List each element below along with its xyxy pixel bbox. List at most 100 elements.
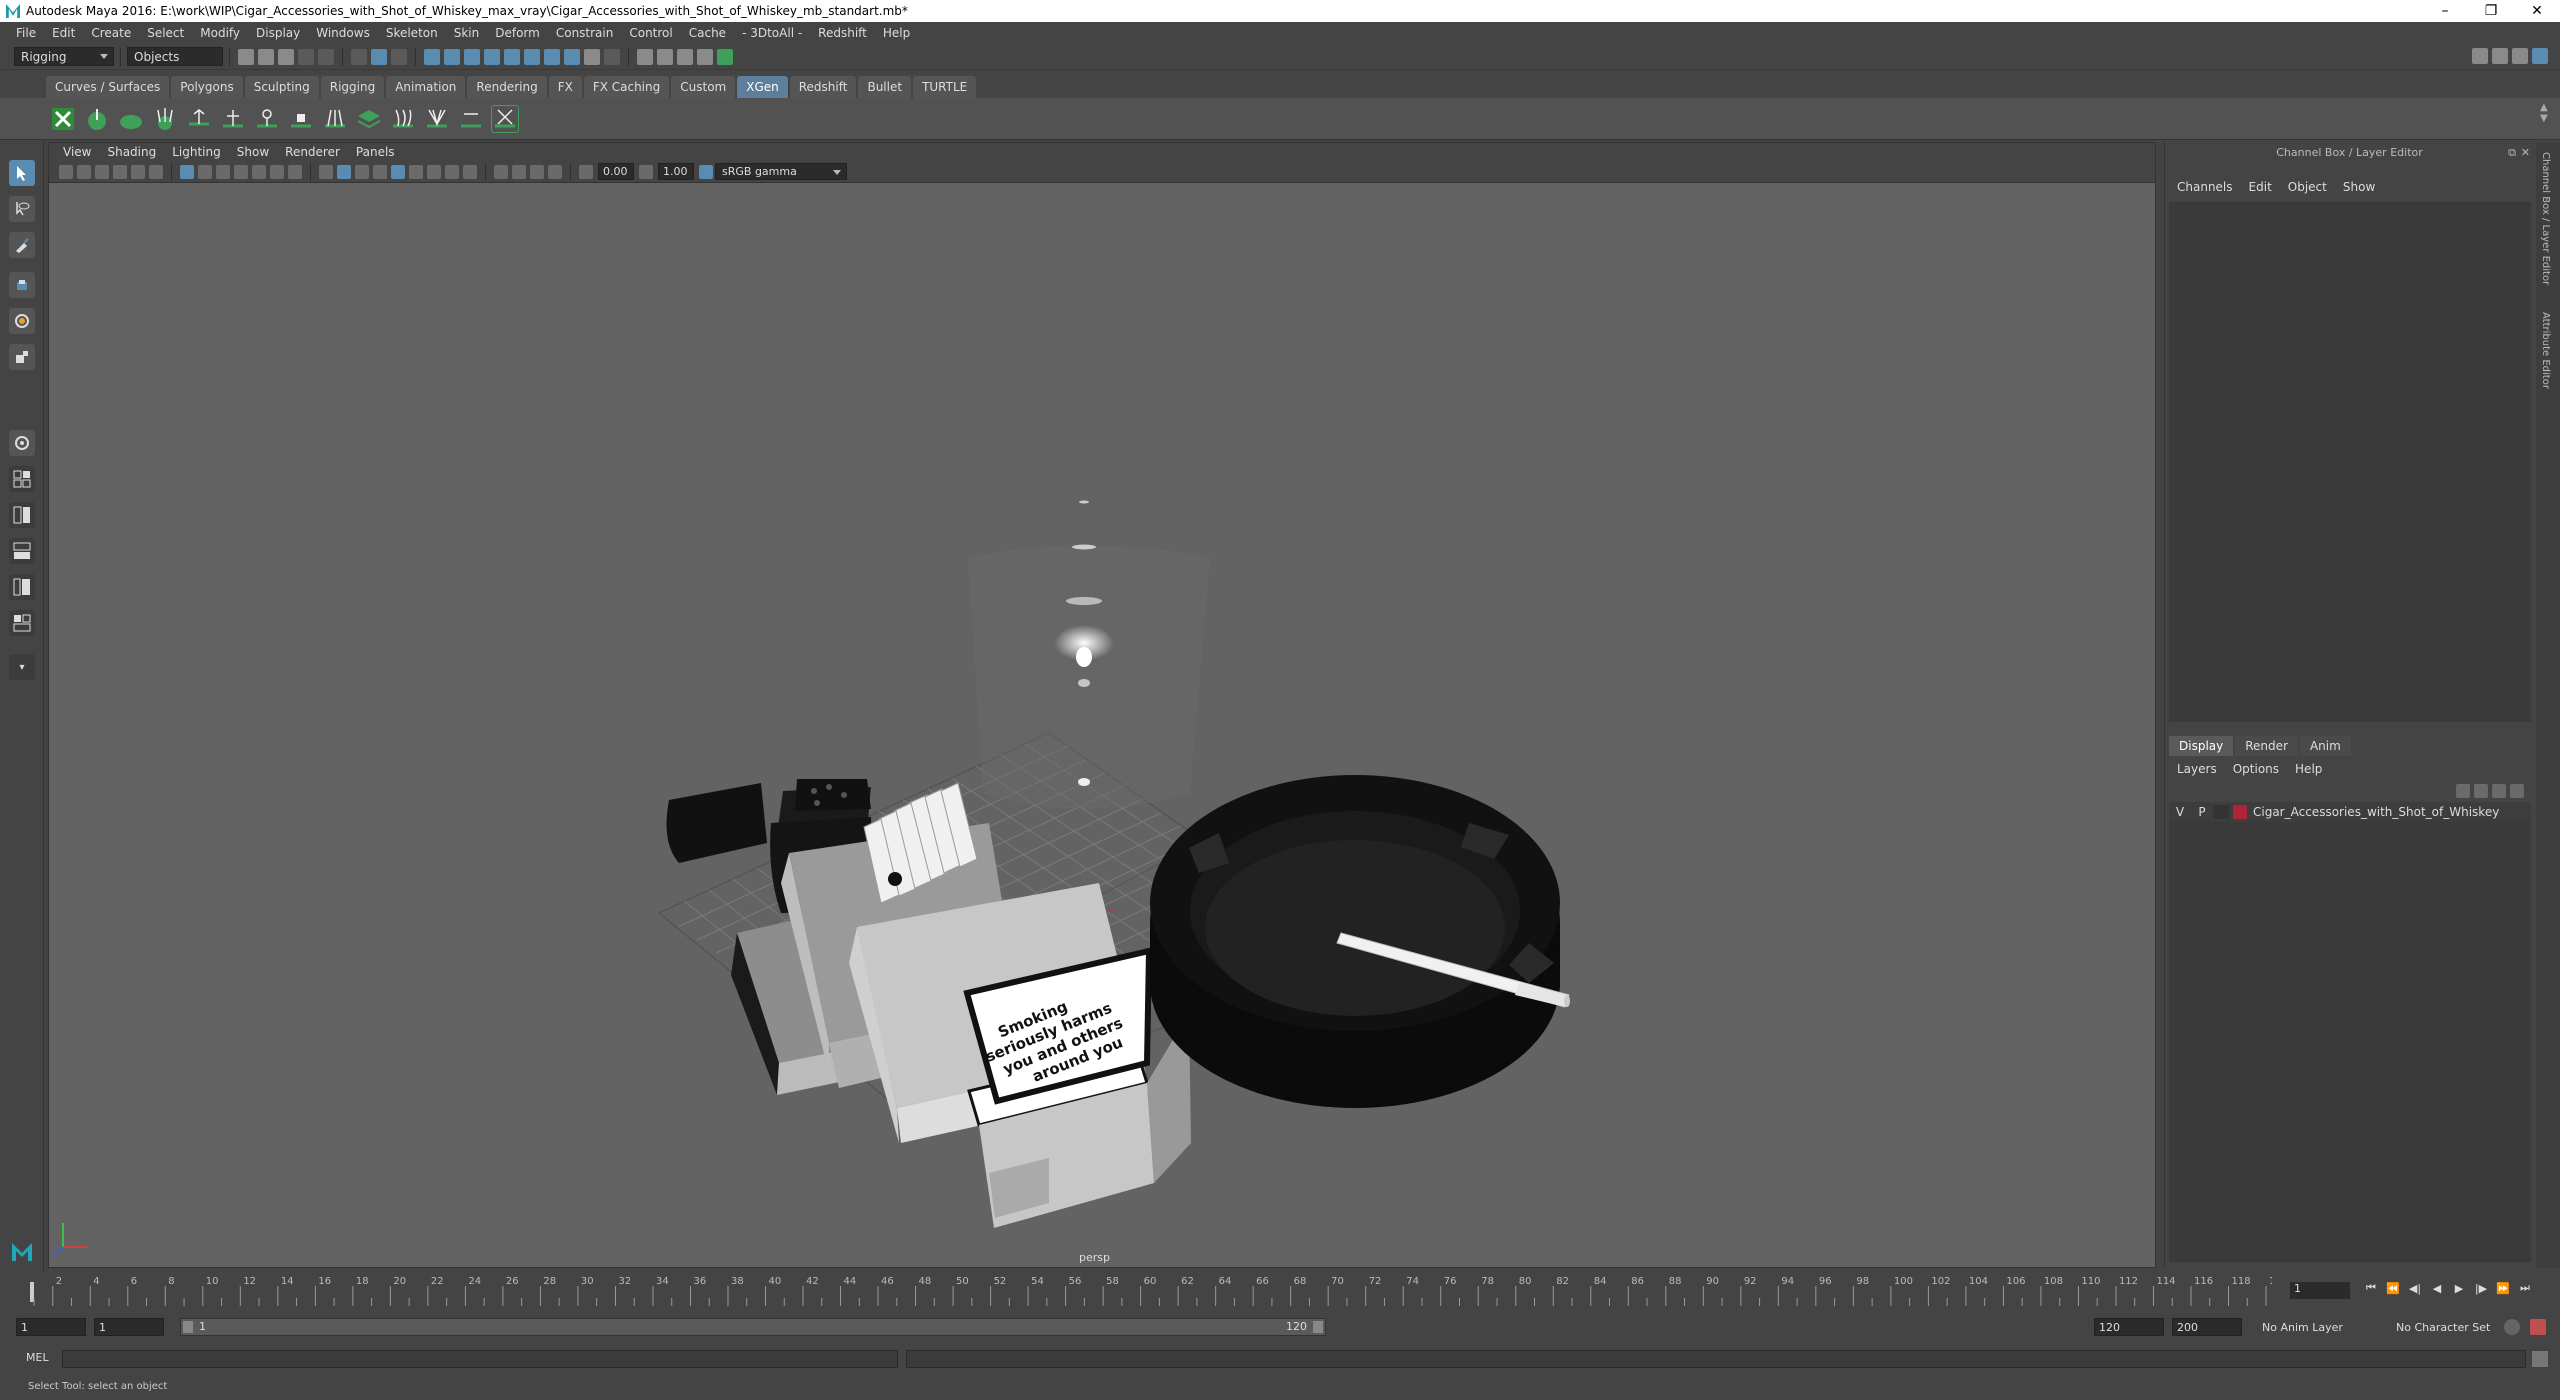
- xgen-patch-icon[interactable]: [117, 105, 145, 133]
- layer-editor-area[interactable]: [2169, 822, 2531, 1262]
- snap-view-plane-icon[interactable]: [484, 48, 500, 65]
- textured-icon[interactable]: [373, 164, 387, 179]
- make-live-icon[interactable]: [564, 48, 580, 65]
- use-all-lights-icon[interactable]: [391, 164, 405, 179]
- playback-start-field[interactable]: 1: [94, 1318, 164, 1336]
- play-forward-icon[interactable]: ▶: [2451, 1280, 2467, 1296]
- xgen-editor-icon[interactable]: [49, 105, 77, 133]
- animation-preferences-icon[interactable]: [2530, 1319, 2546, 1335]
- hypershade-icon[interactable]: [717, 48, 733, 65]
- snap-vertex-icon[interactable]: [524, 48, 540, 65]
- channel-box-menu-object[interactable]: Object: [2280, 180, 2335, 194]
- field-chart-icon[interactable]: [252, 164, 266, 179]
- menu-redshift[interactable]: Redshift: [810, 26, 875, 40]
- close-panel-icon[interactable]: ✕: [2521, 146, 2530, 159]
- move-tool-icon[interactable]: [9, 272, 35, 298]
- shelf-tab-curves-surfaces[interactable]: Curves / Surfaces: [46, 76, 170, 98]
- menu-modify[interactable]: Modify: [192, 26, 248, 40]
- xgen-description-icon[interactable]: [83, 105, 111, 133]
- shelf-scroll-icon[interactable]: ▲ ▼: [2540, 102, 2550, 134]
- safe-action-icon[interactable]: [270, 164, 284, 179]
- new-layer-selected-icon[interactable]: [2510, 784, 2524, 798]
- new-scene-icon[interactable]: [238, 48, 254, 65]
- exposure-field[interactable]: 0.00: [598, 163, 634, 180]
- open-scene-icon[interactable]: [258, 48, 274, 65]
- xgen-guides-icon[interactable]: [151, 105, 179, 133]
- menu-display[interactable]: Display: [248, 26, 308, 40]
- menu-file[interactable]: File: [8, 26, 44, 40]
- restore-button[interactable]: ❐: [2468, 0, 2514, 22]
- channel-box-menu-channels[interactable]: Channels: [2169, 180, 2241, 194]
- shelf-tab-bullet[interactable]: Bullet: [858, 76, 912, 98]
- color-management-icon[interactable]: [699, 164, 713, 179]
- shelf-tab-redshift[interactable]: Redshift: [789, 76, 857, 98]
- panel-menu-lighting[interactable]: Lighting: [164, 145, 229, 159]
- human-ik-icon[interactable]: [2512, 48, 2528, 64]
- menu-skeleton[interactable]: Skeleton: [378, 26, 446, 40]
- menu-select[interactable]: Select: [139, 26, 192, 40]
- menu-constrain[interactable]: Constrain: [548, 26, 622, 40]
- more-layouts-icon[interactable]: ▾: [9, 654, 35, 680]
- shadows-icon[interactable]: [409, 164, 423, 179]
- step-forward-frame-icon[interactable]: |▶: [2473, 1280, 2489, 1296]
- menu-deform[interactable]: Deform: [487, 26, 548, 40]
- render-current-frame-icon[interactable]: [657, 48, 673, 65]
- select-tool-icon[interactable]: [9, 160, 35, 186]
- current-frame-field[interactable]: 1: [2290, 1282, 2350, 1299]
- paint-select-tool-icon[interactable]: [9, 232, 35, 258]
- layer-visibility-toggle[interactable]: V: [2169, 805, 2191, 819]
- shelf-tab-sculpting[interactable]: Sculpting: [244, 76, 319, 98]
- render-settings-icon[interactable]: [697, 48, 713, 65]
- four-panel-layout-icon[interactable]: [9, 466, 35, 492]
- two-panel-layout-icon[interactable]: [9, 502, 35, 528]
- side-tab-attribute-editor[interactable]: Attribute Editor: [2540, 312, 2551, 389]
- animation-end-field[interactable]: 200: [2172, 1318, 2242, 1336]
- xgen-grooming-icon[interactable]: [389, 105, 417, 133]
- xgen-cut-icon[interactable]: [457, 105, 485, 133]
- layer-menu-layers[interactable]: Layers: [2169, 762, 2225, 776]
- film-gate-icon[interactable]: [198, 164, 212, 179]
- gate-mask-icon[interactable]: [234, 164, 248, 179]
- snap-grid-icon[interactable]: [424, 48, 440, 65]
- bookmarks-icon[interactable]: [95, 164, 109, 179]
- new-empty-layer-icon[interactable]: [2492, 784, 2506, 798]
- redo-icon[interactable]: [318, 48, 334, 65]
- xgen-preview-icon[interactable]: [491, 104, 519, 133]
- range-end-handle[interactable]: [1313, 1321, 1323, 1333]
- channel-box-toggle-icon[interactable]: [2532, 48, 2548, 64]
- tab-render[interactable]: Render: [2235, 736, 2298, 756]
- render-view-icon[interactable]: [637, 48, 653, 65]
- shelf-tab-custom[interactable]: Custom: [671, 76, 736, 98]
- panel-menu-shading[interactable]: Shading: [99, 145, 164, 159]
- gamma-field[interactable]: 1.00: [658, 163, 694, 180]
- panel-menu-renderer[interactable]: Renderer: [277, 145, 348, 159]
- float-panel-icon[interactable]: ⧉: [2508, 146, 2516, 160]
- menu-skin[interactable]: Skin: [446, 26, 488, 40]
- xgen-add-guide-icon[interactable]: [185, 105, 213, 133]
- tab-anim[interactable]: Anim: [2299, 736, 2351, 756]
- shelf-tab-animation[interactable]: Animation: [386, 76, 466, 98]
- show-manipulator-icon[interactable]: [9, 430, 35, 456]
- xray-active-icon[interactable]: [530, 164, 544, 179]
- modeling-toolkit-icon[interactable]: [2492, 48, 2508, 64]
- rotate-tool-icon[interactable]: [9, 308, 35, 334]
- layer-row[interactable]: V P Cigar_Accessories_with_Shot_of_Whisk…: [2169, 802, 2531, 822]
- menu-3dtoall[interactable]: - 3DtoAll -: [734, 26, 810, 40]
- character-set-dropdown[interactable]: No Character Set: [2392, 1318, 2508, 1336]
- move-layer-down-icon[interactable]: [2474, 784, 2488, 798]
- step-back-key-icon[interactable]: ⏪: [2385, 1280, 2401, 1296]
- persp-outliner-layout-icon[interactable]: [9, 538, 35, 564]
- shelf-tab-rigging[interactable]: Rigging: [320, 76, 385, 98]
- layer-display-type-toggle[interactable]: [2213, 805, 2229, 819]
- side-tab-channel-box[interactable]: Channel Box / Layer Editor: [2540, 152, 2551, 285]
- play-backward-icon[interactable]: ◀: [2429, 1280, 2445, 1296]
- lock-icon[interactable]: [584, 48, 600, 65]
- menu-help[interactable]: Help: [875, 26, 918, 40]
- go-to-start-icon[interactable]: ⏮: [2363, 1280, 2379, 1296]
- save-scene-icon[interactable]: [278, 48, 294, 65]
- shelf-tab-rendering[interactable]: Rendering: [467, 76, 547, 98]
- select-component-icon[interactable]: [391, 48, 407, 65]
- xgen-layers-icon[interactable]: [355, 105, 383, 133]
- grid-toggle-icon[interactable]: [180, 164, 194, 179]
- menu-edit[interactable]: Edit: [44, 26, 83, 40]
